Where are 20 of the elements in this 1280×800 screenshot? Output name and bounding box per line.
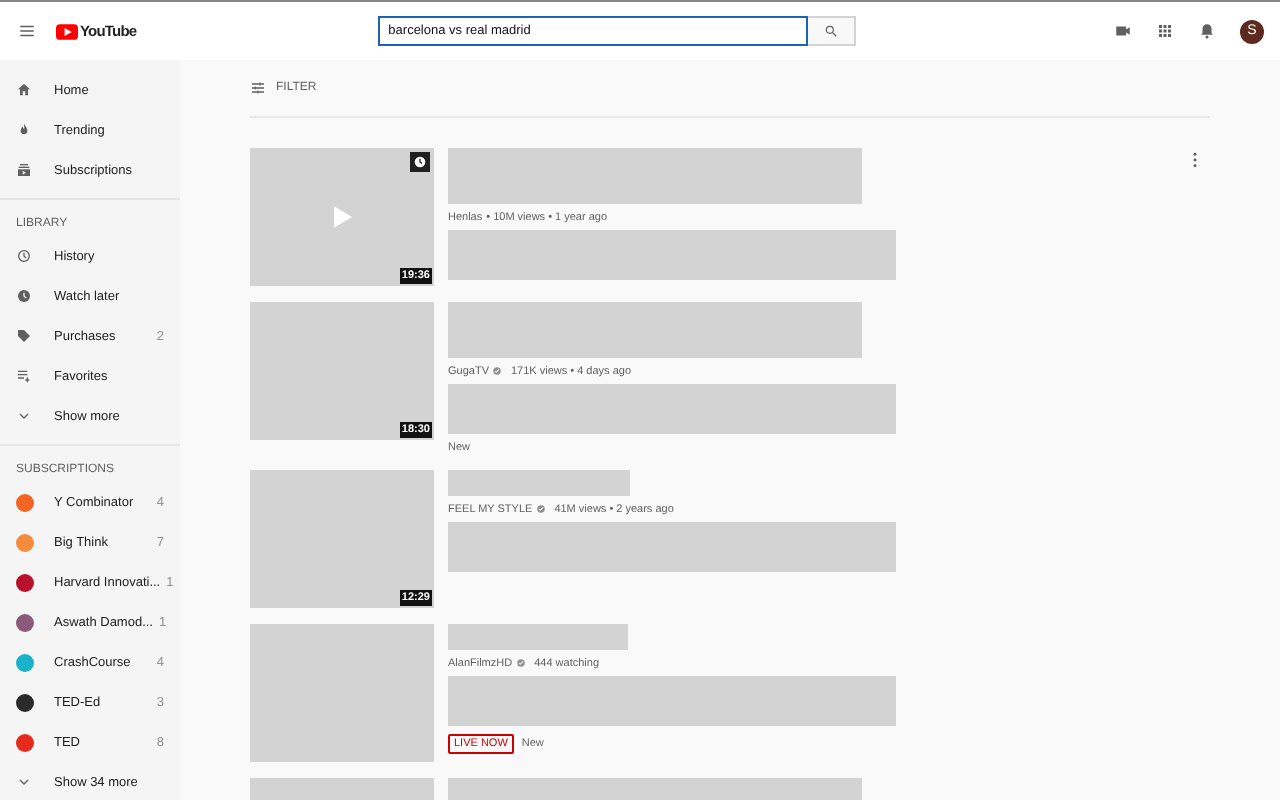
video-camera-icon[interactable] [1114,22,1132,40]
flame-icon [16,122,32,138]
bell-icon[interactable] [1198,22,1216,40]
watch-later-button[interactable] [410,152,430,172]
chevron-down-icon [16,774,32,790]
home-icon [16,82,32,98]
search-icon [824,24,839,38]
apps-grid-icon[interactable] [1156,22,1174,40]
more-options-icon[interactable] [1192,152,1198,168]
subscriptions-icon [16,162,32,178]
playlist-icon [16,368,32,384]
clock-icon [16,288,32,304]
play-logo-icon [56,23,78,39]
tag-icon [16,328,32,344]
history-icon [16,248,32,264]
thumbnail-placeholder[interactable] [250,624,434,762]
chevron-down-icon [16,408,32,424]
sliders-icon [250,80,266,96]
clock-icon [412,154,428,170]
menu-icon[interactable] [18,22,36,40]
